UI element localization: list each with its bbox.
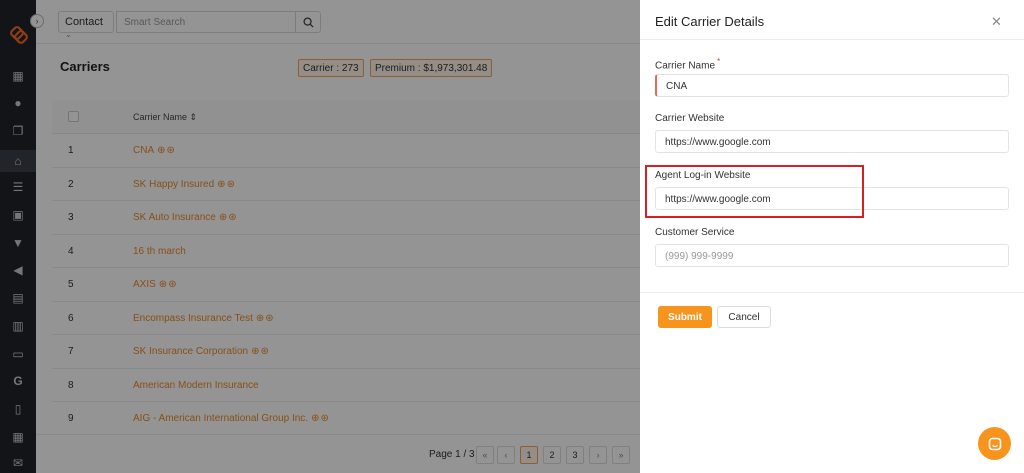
submit-button[interactable]: Submit xyxy=(658,306,712,328)
customer-service-input[interactable]: (999) 999-9999 xyxy=(655,244,1009,267)
carrier-website-label: Carrier Website xyxy=(655,113,725,124)
required-mark: * xyxy=(717,56,721,66)
carrier-website-input[interactable]: https://www.google.com xyxy=(655,130,1009,153)
close-icon[interactable]: ✕ xyxy=(991,14,1002,30)
carrier-name-input[interactable]: CNA xyxy=(655,74,1009,97)
customer-service-label: Customer Service xyxy=(655,227,735,238)
highlight-box xyxy=(645,165,864,218)
cancel-button[interactable]: Cancel xyxy=(717,306,771,328)
edit-carrier-drawer: Edit Carrier Details ✕ Carrier Name * CNA… xyxy=(640,0,1024,473)
chat-icon xyxy=(988,437,1001,450)
carrier-name-label-row: Carrier Name * xyxy=(655,56,720,71)
carrier-name-label: Carrier Name xyxy=(655,60,716,72)
drawer-title: Edit Carrier Details xyxy=(655,14,765,29)
chat-launcher-button[interactable] xyxy=(978,427,1011,460)
drawer-header: Edit Carrier Details ✕ xyxy=(640,0,1024,40)
drawer-divider xyxy=(640,292,1024,293)
